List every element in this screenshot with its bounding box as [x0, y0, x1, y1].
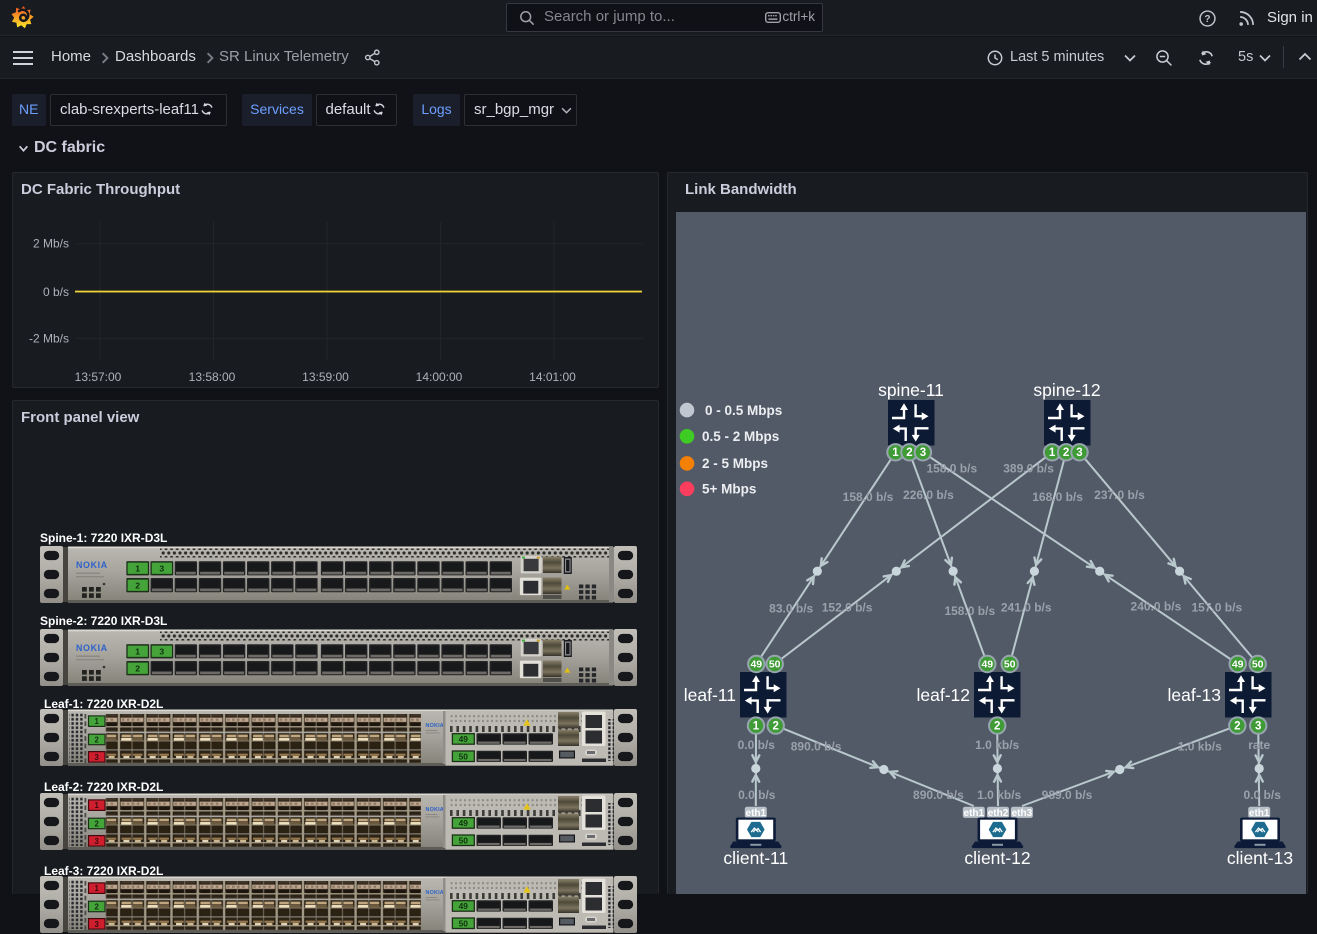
svg-text:spine-12: spine-12 [1033, 380, 1100, 400]
svg-text:14:00:00: 14:00:00 [416, 370, 463, 384]
svg-text:989.0 b/s: 989.0 b/s [1042, 788, 1093, 802]
svg-text:2: 2 [135, 581, 140, 591]
svg-text:2 Mb/s: 2 Mb/s [33, 237, 69, 251]
svg-text:1: 1 [94, 884, 99, 893]
svg-text:rate: rate [1248, 738, 1270, 752]
svg-text:49: 49 [458, 901, 468, 911]
svg-text:226.0 b/s: 226.0 b/s [903, 488, 954, 502]
svg-text:leaf-11: leaf-11 [684, 685, 736, 705]
svg-text:49: 49 [458, 734, 468, 744]
svg-text:157.0 b/s: 157.0 b/s [1191, 600, 1242, 614]
svg-text:eth1: eth1 [1249, 808, 1270, 819]
svg-text:890.0 b/s: 890.0 b/s [913, 788, 964, 802]
svg-text:237.0 b/s: 237.0 b/s [1094, 488, 1145, 502]
svg-text:2 - 5 Mbps: 2 - 5 Mbps [702, 456, 768, 471]
svg-text:2: 2 [994, 720, 1000, 732]
svg-text:158.0 b/s: 158.0 b/s [944, 604, 995, 618]
svg-text:3: 3 [920, 447, 926, 459]
svg-text:3: 3 [94, 836, 99, 845]
svg-text:eth3: eth3 [1012, 808, 1033, 819]
svg-text:3: 3 [94, 920, 99, 929]
svg-text:3: 3 [1076, 447, 1082, 459]
svg-text:389.0 b/s: 389.0 b/s [1003, 462, 1054, 476]
svg-text:83.0 b/s: 83.0 b/s [769, 601, 813, 615]
svg-text:NOKIA: NOKIA [425, 807, 443, 813]
svg-text:49: 49 [458, 818, 468, 828]
svg-text:spine-11: spine-11 [878, 380, 944, 400]
svg-text:152.0 b/s: 152.0 b/s [822, 600, 873, 614]
svg-text:0.5 - 2 Mbps: 0.5 - 2 Mbps [702, 429, 779, 444]
svg-text:2: 2 [906, 447, 912, 459]
svg-text:eth1: eth1 [746, 808, 767, 819]
svg-text:leaf-12: leaf-12 [916, 685, 970, 705]
svg-text:50: 50 [458, 835, 468, 845]
svg-text:13:57:00: 13:57:00 [75, 370, 122, 384]
svg-text:50: 50 [1252, 659, 1264, 671]
svg-text:49: 49 [750, 659, 762, 671]
svg-text:1.0 kb/s: 1.0 kb/s [975, 738, 1019, 752]
svg-text:3: 3 [159, 647, 164, 657]
svg-text:3: 3 [1255, 720, 1261, 732]
svg-text:3: 3 [159, 564, 164, 574]
svg-text:-2 Mb/s: -2 Mb/s [29, 331, 69, 345]
svg-text:1: 1 [892, 447, 899, 459]
svg-text:158.0 b/s: 158.0 b/s [926, 462, 977, 476]
svg-text:2: 2 [772, 720, 778, 732]
svg-text:2: 2 [94, 902, 99, 911]
svg-text:0 b/s: 0 b/s [43, 285, 69, 299]
svg-text:0 - 0.5 Mbps: 0 - 0.5 Mbps [705, 403, 782, 418]
svg-text:50: 50 [1004, 659, 1016, 671]
svg-text:NOKIA: NOKIA [425, 890, 443, 896]
svg-text:client-12: client-12 [964, 848, 1030, 868]
svg-text:3: 3 [94, 753, 99, 762]
svg-text:1: 1 [135, 647, 140, 657]
svg-text:5+ Mbps: 5+ Mbps [702, 482, 756, 497]
svg-text:1.0 kb/s: 1.0 kb/s [977, 788, 1021, 802]
svg-text:49: 49 [1232, 659, 1244, 671]
svg-text:50: 50 [458, 918, 468, 928]
svg-text:NOKIA: NOKIA [425, 723, 443, 729]
svg-text:client-11: client-11 [723, 848, 788, 868]
svg-text:1: 1 [135, 564, 140, 574]
svg-text:leaf-13: leaf-13 [1167, 685, 1221, 705]
svg-text:50: 50 [769, 659, 781, 671]
svg-text:1: 1 [94, 717, 99, 726]
svg-text:168.0 b/s: 168.0 b/s [1032, 490, 1083, 504]
svg-text:1.0 kb/s: 1.0 kb/s [1178, 740, 1222, 754]
svg-text:2: 2 [1234, 720, 1240, 732]
svg-text:eth2: eth2 [988, 808, 1009, 819]
svg-text:0.0 b/s: 0.0 b/s [1244, 788, 1282, 802]
svg-text:49: 49 [981, 659, 993, 671]
svg-text:2: 2 [94, 819, 99, 828]
svg-text:2: 2 [1063, 447, 1069, 459]
svg-text:241.0 b/s: 241.0 b/s [1001, 600, 1052, 614]
svg-text:1: 1 [1049, 447, 1056, 459]
svg-text:158.0 b/s: 158.0 b/s [843, 490, 894, 504]
svg-text:1: 1 [753, 720, 760, 732]
svg-text:50: 50 [458, 751, 468, 761]
svg-text:2: 2 [135, 664, 140, 674]
svg-text:0.0 b/s: 0.0 b/s [738, 788, 776, 802]
svg-text:13:58:00: 13:58:00 [189, 370, 236, 384]
svg-text:890.0 b/s: 890.0 b/s [791, 740, 842, 754]
svg-text:eth1: eth1 [964, 808, 985, 819]
svg-text:client-13: client-13 [1227, 848, 1293, 868]
svg-text:NOKIA: NOKIA [76, 643, 108, 653]
svg-text:2: 2 [94, 735, 99, 744]
svg-text:?: ? [1204, 14, 1210, 25]
svg-text:13:59:00: 13:59:00 [302, 370, 349, 384]
svg-text:NOKIA: NOKIA [76, 560, 108, 570]
svg-text:240.0 b/s: 240.0 b/s [1131, 599, 1182, 613]
svg-text:14:01:00: 14:01:00 [529, 370, 576, 384]
svg-text:0.0 b/s: 0.0 b/s [738, 738, 776, 752]
svg-text:1: 1 [94, 801, 99, 810]
